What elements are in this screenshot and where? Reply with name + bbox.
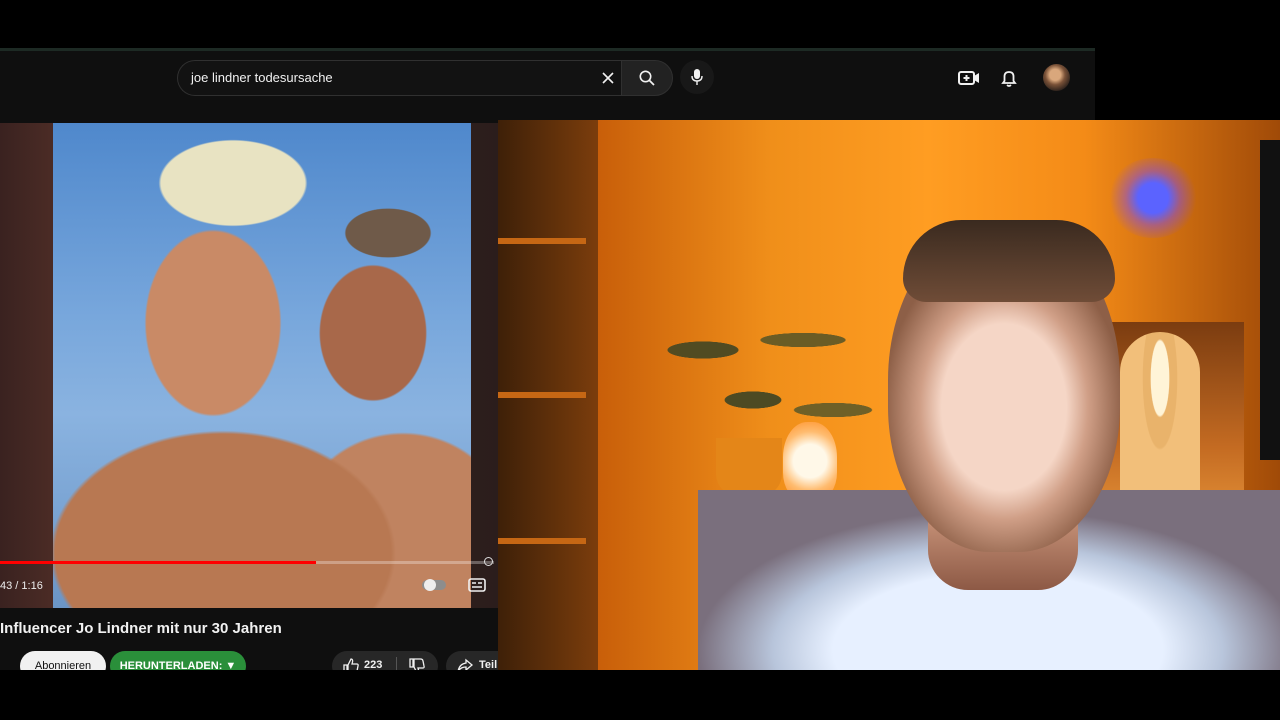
search-icon — [639, 70, 655, 86]
salt-lamp — [783, 422, 837, 500]
blue-light-reflection — [1108, 158, 1198, 238]
shelf-board — [498, 238, 586, 244]
video-frame-image — [53, 123, 471, 608]
like-divider — [396, 657, 397, 670]
shelf-board — [498, 392, 586, 398]
bookshelf — [498, 120, 598, 670]
subtitles-icon[interactable] — [468, 578, 486, 592]
create-video-icon[interactable] — [957, 66, 981, 90]
voice-search-button[interactable] — [680, 60, 714, 94]
youtube-top-bar: joe lindner todesursache — [0, 48, 1095, 120]
time-display: 43 / 1:16 — [0, 580, 43, 592]
share-button[interactable]: Teil — [446, 651, 498, 670]
person-hair — [903, 220, 1115, 302]
like-dislike-group: 223 — [332, 651, 438, 670]
webcam-feed — [498, 120, 1280, 670]
subscribe-button[interactable]: Abonnieren — [20, 651, 106, 670]
progress-fill — [0, 561, 317, 564]
download-button[interactable]: HERUNTERLADEN: ▼ — [110, 651, 246, 670]
dislike-button[interactable] — [400, 651, 436, 670]
video-actions-row: Abonnieren HERUNTERLADEN: ▼ 223 Teil — [0, 651, 498, 670]
bell-icon[interactable] — [997, 66, 1021, 90]
dark-edge — [1260, 140, 1280, 460]
share-label: Teil — [479, 659, 498, 670]
search-query-text: joe lindner todesursache — [191, 70, 333, 85]
progress-handle[interactable] — [484, 557, 493, 566]
top-edge-line — [0, 48, 1095, 51]
share-icon — [457, 658, 474, 670]
video-player[interactable]: 43 / 1:16 — [0, 123, 498, 608]
search-button[interactable] — [621, 60, 673, 96]
like-count: 223 — [364, 659, 383, 670]
shelf-board — [498, 538, 586, 544]
video-title: Influencer Jo Lindner mit nur 30 Jahren — [0, 620, 282, 637]
mic-icon — [691, 69, 703, 85]
search-input[interactable]: joe lindner todesursache — [177, 60, 622, 96]
autoplay-toggle[interactable] — [422, 579, 446, 591]
like-button[interactable]: 223 — [332, 651, 396, 670]
account-avatar[interactable] — [1043, 64, 1070, 91]
plant-leaves — [643, 290, 873, 450]
progress-bar[interactable] — [0, 557, 494, 566]
plant-pot — [716, 438, 782, 496]
close-icon[interactable] — [600, 70, 616, 86]
thumbs-down-icon — [409, 658, 425, 670]
thumbs-up-icon — [343, 658, 359, 670]
